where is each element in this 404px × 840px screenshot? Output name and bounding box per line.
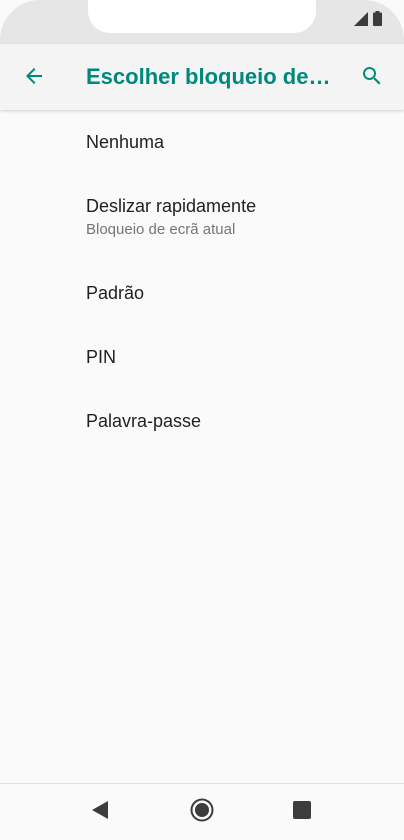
list-item-title: Nenhuma (86, 132, 165, 152)
phone-screen: Escolher bloqueio de ecrã Nenhuma Desliz… (0, 0, 404, 840)
page-title: Escolher bloqueio de ecrã (86, 64, 332, 89)
list-item-title: Palavra-passe (86, 411, 202, 431)
display-notch (88, 0, 316, 33)
list-item-password[interactable]: Palavra-passe (0, 386, 404, 450)
list-item-title: Deslizar rapidamente (86, 196, 257, 216)
list-item-title: Padrão (86, 283, 145, 303)
list-item-subtitle: Bloqueio de ecrã atual (86, 221, 236, 238)
app-bar: Escolher bloqueio de ecrã (0, 44, 404, 110)
search-icon (360, 64, 384, 93)
battery-icon (373, 11, 382, 31)
list-item-pattern[interactable]: Padrão (0, 258, 404, 322)
nav-recents-button[interactable] (288, 798, 316, 826)
nav-home-icon (190, 798, 214, 827)
back-button[interactable] (16, 60, 52, 96)
nav-recents-icon (292, 800, 312, 825)
nav-back-button[interactable] (86, 798, 114, 826)
signal-icon (354, 11, 368, 31)
status-bar (0, 0, 404, 44)
navigation-bar (0, 783, 404, 840)
list-item-title: PIN (86, 347, 117, 367)
nav-back-icon (90, 800, 110, 825)
list-item-swipe[interactable]: Deslizar rapidamente Bloqueio de ecrã at… (0, 174, 404, 258)
list-item-none[interactable]: Nenhuma (0, 110, 404, 174)
search-button[interactable] (354, 60, 390, 96)
arrow-back-icon (22, 64, 46, 93)
nav-home-button[interactable] (188, 798, 216, 826)
list-item-pin[interactable]: PIN (0, 322, 404, 386)
status-icons (354, 11, 382, 31)
